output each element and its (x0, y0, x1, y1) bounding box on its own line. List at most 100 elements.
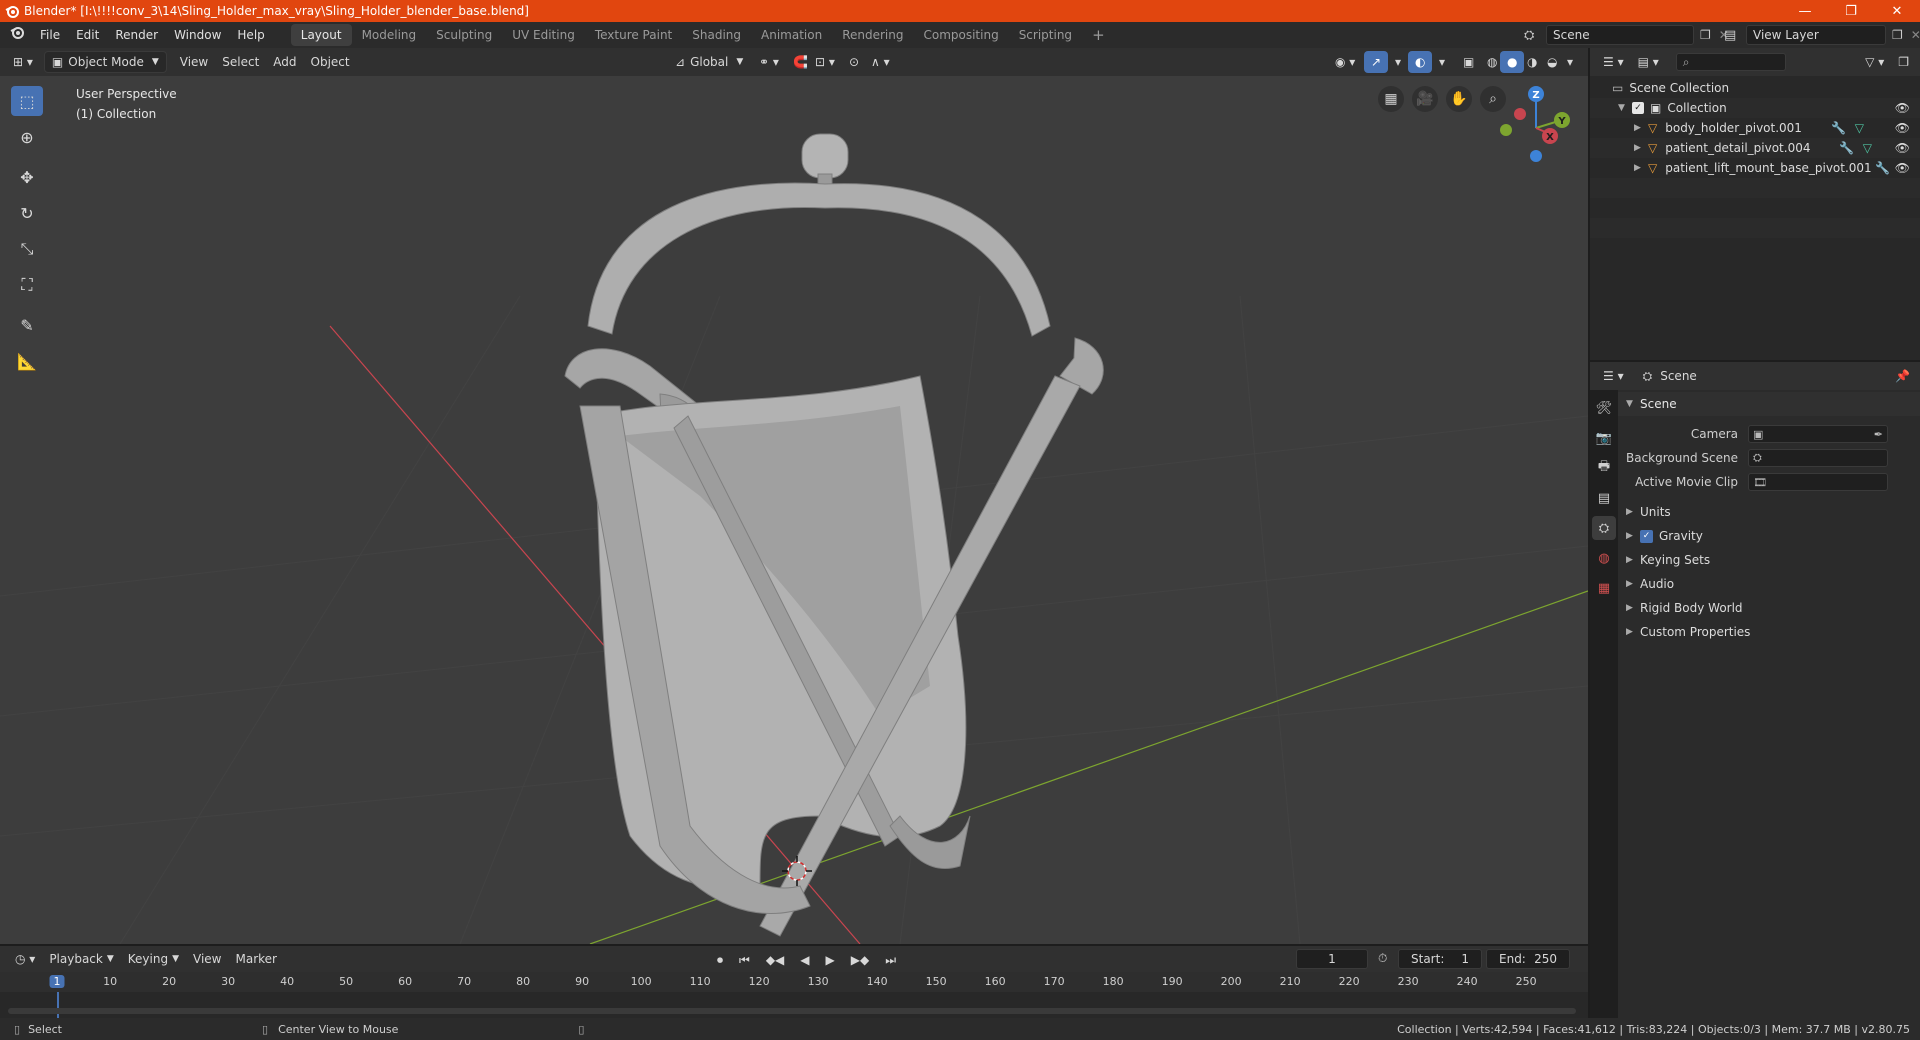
gravity-checkbox[interactable]: ✓ (1640, 529, 1653, 543)
properties-editor-type-icon[interactable]: ☰ ▾ (1596, 365, 1631, 387)
expand-arrow-icon[interactable]: ▶ (1634, 123, 1648, 133)
tab-animation[interactable]: Animation (751, 24, 832, 46)
collection-checkbox[interactable]: ✓ (1632, 102, 1644, 114)
jump-start-icon[interactable]: ⏮ (732, 949, 757, 971)
xray-icon[interactable]: ▣ (1456, 51, 1481, 73)
view-layer-icon[interactable]: ▤ (1724, 28, 1746, 43)
custom-properties-panel[interactable]: ▶ Custom Properties (1618, 620, 1920, 644)
close-button[interactable]: ✕ (1874, 0, 1920, 22)
current-frame-field[interactable]: 1 (1296, 949, 1368, 969)
tab-sculpting[interactable]: Sculpting (426, 24, 502, 46)
view-layer-selector[interactable]: View Layer (1746, 25, 1886, 45)
current-frame-marker[interactable]: 1 (49, 975, 65, 988)
falloff-icon[interactable]: ∧ ▾ (864, 51, 897, 73)
transform-orientation-selector[interactable]: ⊿ Global ▼ (668, 51, 750, 73)
tab-compositing[interactable]: Compositing (913, 24, 1008, 46)
menu-render[interactable]: Render (107, 22, 166, 48)
annotate-icon[interactable]: ✎ (11, 310, 43, 340)
editor-type-icon[interactable]: ⊞ ▾ (6, 51, 40, 73)
tab-uv-editing[interactable]: UV Editing (502, 24, 585, 46)
pivot-point-icon[interactable]: ⚭ ▾ (752, 51, 786, 73)
tab-layout[interactable]: Layout (290, 24, 352, 46)
render-tab-icon[interactable]: 📷 (1592, 426, 1616, 450)
cursor-icon[interactable]: ⊕ (11, 122, 43, 152)
outliner-collection[interactable]: ▼ ✓ ▣ Collection 👁 (1590, 98, 1920, 118)
menu-view[interactable]: View (173, 51, 215, 73)
view-layer-tab-icon[interactable]: ▤ (1592, 486, 1616, 510)
timeline-scrollbar[interactable] (8, 1008, 1576, 1014)
add-workspace-icon[interactable]: + (1082, 24, 1115, 46)
scene-type-icon[interactable]: ⛭ (1524, 28, 1546, 43)
keying-sets-panel[interactable]: ▶ Keying Sets (1618, 548, 1920, 572)
camera-field[interactable]: ▣ ✒ (1748, 425, 1888, 443)
maximize-button[interactable]: ❐ (1828, 0, 1874, 22)
menu-select[interactable]: Select (215, 51, 266, 73)
tab-modeling[interactable]: Modeling (352, 24, 427, 46)
gravity-panel[interactable]: ▶ ✓ Gravity (1618, 524, 1920, 548)
background-scene-field[interactable]: ⛭ (1748, 449, 1888, 467)
record-icon[interactable]: ⏺ (710, 949, 730, 971)
outliner-editor-type-icon[interactable]: ☰ ▾ (1596, 51, 1631, 73)
end-frame-field[interactable]: End: 250 (1486, 949, 1570, 969)
outliner-search-input[interactable]: ⌕ (1675, 53, 1786, 71)
next-keyframe-icon[interactable]: ▶◆ (844, 949, 876, 971)
outliner-object-row[interactable]: ▶ ▽ patient_lift_mount_base_pivot.001 🔧 … (1590, 158, 1920, 178)
expand-arrow-icon[interactable]: ▶ (1634, 143, 1648, 153)
expand-arrow-icon[interactable]: ▶ (1634, 163, 1648, 173)
play-icon[interactable]: ▶ (819, 949, 842, 971)
menu-keying[interactable]: Keying ▼ (121, 948, 186, 970)
scene-selector[interactable]: Scene (1546, 25, 1694, 45)
delete-view-layer-icon[interactable]: ✕ (1911, 28, 1920, 42)
pin-icon[interactable]: 📌 (1895, 369, 1910, 383)
tool-tab-icon[interactable]: 🛠 (1592, 396, 1616, 420)
menu-marker[interactable]: Marker (229, 948, 284, 970)
audio-panel[interactable]: ▶ Audio (1618, 572, 1920, 596)
select-box-icon[interactable]: ⬚ (11, 86, 43, 116)
menu-timeline-view[interactable]: View (186, 948, 228, 970)
eye-icon[interactable]: 👁 (1895, 161, 1910, 175)
timeline-editor-type-icon[interactable]: ◷ ▾ (8, 948, 42, 970)
active-movie-clip-field[interactable]: 🎞 (1748, 473, 1888, 491)
tab-shading[interactable]: Shading (682, 24, 751, 46)
eye-icon[interactable]: 👁 (1895, 101, 1910, 115)
pan-hand-icon[interactable]: ✋ (1446, 86, 1472, 112)
shading-menu-icon[interactable]: ▾ (1560, 51, 1580, 73)
menu-file[interactable]: File (32, 22, 68, 48)
texture-tab-icon[interactable]: ▦ (1592, 576, 1616, 600)
zoom-icon[interactable]: ⌕ (1480, 86, 1506, 112)
new-scene-icon[interactable]: ❐ (1700, 28, 1711, 42)
camera-view-icon[interactable]: 🎥 (1412, 86, 1438, 112)
menu-help[interactable]: Help (229, 22, 272, 48)
world-tab-icon[interactable]: ◍ (1592, 546, 1616, 570)
blender-menu-icon[interactable] (0, 22, 32, 48)
menu-add[interactable]: Add (266, 51, 303, 73)
playhead-line[interactable] (57, 992, 59, 1018)
gizmo-menu-icon[interactable]: ▾ (1388, 51, 1408, 73)
start-frame-field[interactable]: Start: 1 (1398, 949, 1482, 969)
grid-view-icon[interactable]: ▦ (1378, 86, 1404, 112)
display-mode-icon[interactable]: ▤ ▾ (1631, 51, 1666, 73)
mode-selector[interactable]: ▣ Object Mode ▼ (43, 51, 167, 73)
snap-target-icon[interactable]: ⊡ ▾ (808, 51, 842, 73)
new-collection-icon[interactable]: ❐ (1891, 51, 1916, 73)
menu-object[interactable]: Object (304, 51, 357, 73)
gizmo-toggle-icon[interactable]: ↗ (1364, 51, 1389, 73)
3d-viewport[interactable]: Z Y X User Perspective (1) Collection ⬚ … (0, 76, 1588, 944)
outliner-object-row[interactable]: ▶ ▽ patient_detail_pivot.004 🔧 ▽ 👁 (1590, 138, 1920, 158)
timeline-ruler[interactable]: 1 10 20 30 40 50 60 70 80 90 100 110 120 130 140 150 160… (0, 972, 1588, 992)
output-tab-icon[interactable]: 🖶 (1592, 456, 1616, 480)
menu-window[interactable]: Window (166, 22, 229, 48)
play-reverse-icon[interactable]: ◀ (793, 949, 816, 971)
scale-icon[interactable]: ⤡ (11, 234, 43, 264)
timeline[interactable]: 1 10 20 30 40 50 60 70 80 90 100 110 120 130 140 150 160… (0, 972, 1588, 1018)
menu-playback[interactable]: Playback ▼ (42, 948, 120, 970)
eye-icon[interactable]: 👁 (1895, 141, 1910, 155)
minimize-button[interactable]: — (1782, 0, 1828, 22)
units-panel[interactable]: ▶ Units (1618, 500, 1920, 524)
jump-end-icon[interactable]: ⏭ (878, 949, 903, 971)
overlay-menu-icon[interactable]: ▾ (1432, 51, 1452, 73)
transform-icon[interactable]: ⛶ (11, 270, 43, 300)
tab-texture-paint[interactable]: Texture Paint (585, 24, 682, 46)
rotate-icon[interactable]: ↻ (11, 198, 43, 228)
outliner-object-row[interactable]: ▶ ▽ body_holder_pivot.001 🔧 ▽ 👁 (1590, 118, 1920, 138)
